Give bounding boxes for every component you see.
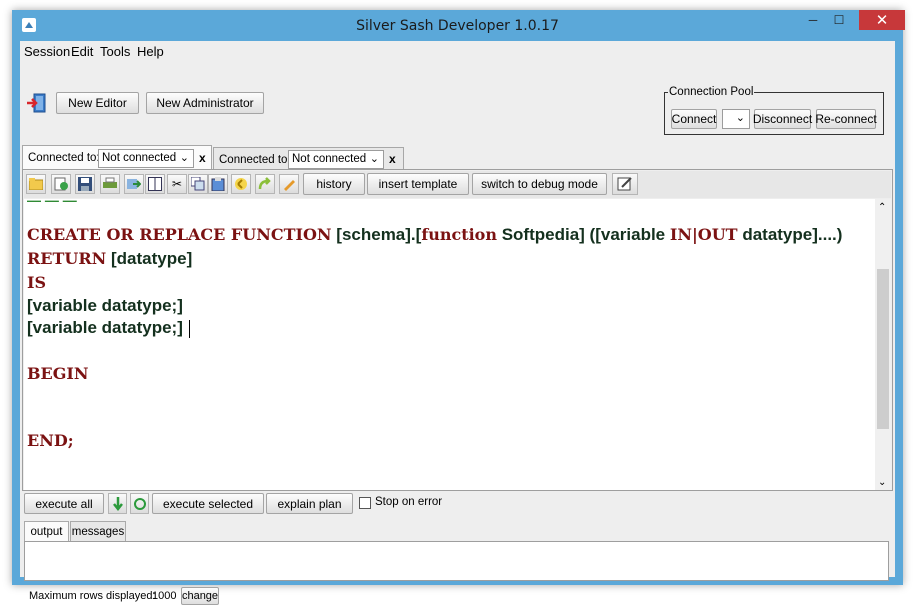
close-tab-icon[interactable]: x	[389, 152, 396, 166]
code-line-2: RETURN [datatype]	[27, 249, 193, 268]
editor-scrollbar[interactable]: ⌃ ⌄	[875, 199, 891, 490]
menu-session[interactable]: Session	[24, 44, 70, 59]
tab-connection-value: Not connected	[292, 153, 367, 165]
tab-messages[interactable]: messages	[70, 521, 126, 541]
editor-panel: ✂ history insert template switch to debu…	[22, 169, 893, 491]
stop-on-error-checkbox[interactable]	[359, 497, 371, 509]
sql-editor[interactable]: — — — CREATE OR REPLACE FUNCTION [schema…	[24, 199, 875, 490]
scrollbar-thumb[interactable]	[877, 269, 889, 429]
minimize-button[interactable]: ─	[800, 10, 826, 30]
export-icon[interactable]	[124, 174, 144, 194]
new-editor-button[interactable]: New Editor	[56, 92, 139, 114]
copy-icon[interactable]	[188, 174, 208, 194]
exit-icon[interactable]	[26, 92, 48, 114]
close-window-button[interactable]: ✕	[859, 10, 905, 30]
redo-icon[interactable]	[255, 174, 275, 194]
chevron-down-icon: ⌄	[735, 112, 745, 124]
top-toolbar: New Editor New Administrator Connection …	[20, 62, 895, 142]
run-bar: execute all execute selected explain pla…	[22, 491, 893, 517]
output-area[interactable]	[24, 541, 889, 581]
edit-icon[interactable]	[279, 174, 299, 194]
menu-tools[interactable]: Tools	[100, 44, 130, 59]
output-tabs: output messages	[22, 519, 893, 541]
import-icon[interactable]	[51, 174, 71, 194]
scroll-up-icon[interactable]: ⌃	[878, 202, 886, 213]
status-bar: Maximum rows displayed: 1000 change	[20, 586, 895, 610]
step-down-icon[interactable]	[108, 493, 127, 514]
code-line-3: IS	[27, 273, 47, 292]
client-area: Session Edit Tools Help New Editor New A…	[20, 41, 895, 605]
split-view-icon[interactable]	[145, 174, 165, 194]
scroll-down-icon[interactable]: ⌄	[878, 477, 886, 488]
editor-tab-2[interactable]: Connected to: Not connected ⌄ x	[213, 147, 404, 171]
editor-tab-1[interactable]: Connected to: Not connected ⌄ x	[22, 145, 212, 171]
max-rows-label: Maximum rows displayed:	[29, 590, 156, 602]
stop-on-error-label: Stop on error	[375, 496, 443, 508]
code-line-7: END;	[27, 431, 74, 450]
open-folder-icon[interactable]	[26, 174, 46, 194]
app-window: Silver Sash Developer 1.0.17 ─ ☐ ✕ Sessi…	[12, 10, 905, 605]
paste-icon[interactable]	[208, 174, 228, 194]
tab-connected-label: Connected to:	[28, 152, 100, 164]
max-rows-value: 1000	[152, 590, 177, 602]
save-icon[interactable]	[75, 174, 95, 194]
title-bar[interactable]: Silver Sash Developer 1.0.17 ─ ☐ ✕	[12, 10, 905, 41]
tab-output[interactable]: output	[24, 521, 69, 541]
undo-icon[interactable]	[231, 174, 251, 194]
chevron-down-icon: ⌄	[179, 152, 189, 164]
history-button[interactable]: history	[303, 173, 365, 195]
code-line-6: BEGIN	[27, 364, 89, 383]
execute-selected-button[interactable]: execute selected	[152, 493, 264, 514]
cut-icon[interactable]: ✂	[167, 174, 187, 194]
tab-connection-value: Not connected	[102, 152, 177, 164]
format-icon[interactable]	[612, 173, 638, 195]
chevron-down-icon: ⌄	[369, 153, 379, 165]
connection-pool-group: Connection Pool Connect ⌄ Disconnect Re-…	[664, 86, 884, 135]
insert-template-button[interactable]: insert template	[367, 173, 469, 195]
new-administrator-button[interactable]: New Administrator	[146, 92, 264, 114]
code-line-4: [variable datatype;]	[27, 296, 183, 315]
explain-plan-button[interactable]: explain plan	[266, 493, 353, 514]
code-line-5: [variable datatype;]	[27, 318, 190, 338]
code-line-1: CREATE OR REPLACE FUNCTION [schema].[fun…	[27, 225, 843, 244]
menu-edit[interactable]: Edit	[71, 44, 93, 59]
window-title: Silver Sash Developer 1.0.17	[356, 18, 559, 34]
print-icon[interactable]	[100, 174, 120, 194]
disconnect-button[interactable]: Disconnect	[753, 109, 812, 129]
tab-connected-label: Connected to:	[219, 154, 291, 166]
reconnect-button[interactable]: Re-connect	[815, 109, 877, 129]
tab-connection-select[interactable]: Not connected ⌄	[98, 149, 194, 168]
editor-toolbar: ✂ history insert template switch to debu…	[24, 171, 891, 198]
menu-bar: Session Edit Tools Help	[20, 41, 895, 61]
close-tab-icon[interactable]: x	[199, 151, 206, 165]
switch-debug-mode-button[interactable]: switch to debug mode	[472, 173, 607, 195]
editor-tabs: Connected to: Not connected ⌄ x Connecte…	[20, 143, 895, 171]
menu-help[interactable]: Help	[137, 44, 164, 59]
text-cursor	[188, 319, 190, 338]
connection-select[interactable]: ⌄	[722, 109, 750, 129]
change-rows-button[interactable]: change	[181, 587, 219, 605]
maximize-button[interactable]: ☐	[826, 10, 852, 30]
execute-all-button[interactable]: execute all	[24, 493, 104, 514]
scrolled-comment-line: — — —	[27, 199, 77, 208]
refresh-icon[interactable]	[130, 493, 149, 514]
connection-pool-legend: Connection Pool	[668, 86, 755, 98]
connect-button[interactable]: Connect	[671, 109, 717, 129]
tab-connection-select[interactable]: Not connected ⌄	[288, 150, 384, 169]
